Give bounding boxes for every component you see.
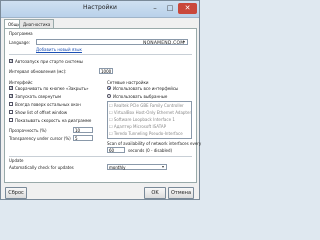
update-interval-input[interactable]: 1000 [99,68,113,74]
settings-panel: Программа Language: ▾ Добавить новый язы… [4,28,201,183]
use-all-interfaces-label: Использовать все интерфейсы [113,86,179,91]
use-all-interfaces-radio[interactable] [107,86,111,90]
autostart-checkbox[interactable] [9,58,13,63]
show-speed-chart-label: Показывать скорость на диаграмме [15,118,92,123]
add-language-link[interactable]: Добавить новый язык [36,47,82,52]
reset-button[interactable]: Сброс [5,187,27,199]
adapter-label: Realtek PCIe GBE Family Controller [113,103,184,108]
ok-button[interactable]: OK [144,187,166,199]
use-selected-radio[interactable] [107,94,111,98]
opacity-label: Прозрачность (%) [9,128,47,133]
auto-update-label: Automatically check for updates [9,165,74,170]
scan-interval-label: Scan of availability of network interfac… [107,141,202,146]
use-selected-label: Использовать выбранные [113,94,168,99]
language-label: Language: [9,40,31,45]
adapter-label: Адаптер Microsoft ISATAP [113,124,167,129]
program-section-title: Программа [9,31,33,36]
title-bar[interactable]: Настройки – □ ✕ [1,1,199,18]
scan-interval-spinbox[interactable]: 60 [107,147,125,153]
network-section-title: Сетевые настройки [107,80,149,85]
minimize-on-close-label: Сворачивать по кнопке «Закрыть» [15,86,89,91]
autostart-label: Автозапуск при старте системы [15,59,83,64]
opacity-spinbox[interactable]: 10 [73,127,93,133]
chevron-down-icon: ▾ [162,164,165,169]
settings-window: Настройки – □ ✕ Общие Диагностика Програ… [0,0,201,200]
transparency-spinbox[interactable]: 5 [73,135,93,141]
list-item[interactable]: ☐ Адаптер Microsoft ISATAP [109,124,166,129]
close-button[interactable]: ✕ [178,3,197,14]
start-minimized-label: Запускать свернутым [15,94,62,99]
watermark: NONAMEND.COM [143,41,185,46]
minimize-on-close-checkbox[interactable] [9,85,13,90]
scan-unit-label: seconds (0 - disabled) [128,148,173,153]
network-adapter-list[interactable]: ☐ Realtek PCIe GBE Family Controller ☐ V… [107,101,192,139]
update-section-title: Update [9,158,24,163]
update-interval-label: Интервал обновления (мс): [9,69,67,74]
divider [9,156,192,157]
show-offset-window-label: Show list of offset window [15,110,68,115]
adapter-label: Teredo Tunneling Pseudo-Interface [113,131,183,136]
divider [9,54,192,55]
transparency-label: Transparency under cursor (%) [9,136,71,141]
list-item[interactable]: ☐ Software Loopback Interface 1 [109,117,175,122]
adapter-label: Software Loopback Interface 1 [113,117,175,122]
adapter-label: VirtualBox Host-Only Ethernet Adapter [113,110,192,115]
always-on-top-label: Всегда поверх остальных окон [15,102,81,107]
show-speed-chart-checkbox[interactable] [9,118,13,122]
start-minimized-checkbox[interactable] [9,93,13,98]
cancel-button[interactable]: Отмена [168,187,194,199]
list-item[interactable]: ☐ Teredo Tunneling Pseudo-Interface [109,131,183,136]
list-item[interactable]: ☐ VirtualBox Host-Only Ethernet Adapter [109,110,191,115]
list-item[interactable]: ☐ Realtek PCIe GBE Family Controller [109,103,184,108]
minimize-button[interactable]: – [148,3,162,14]
update-frequency-select[interactable]: monthly [107,164,167,170]
always-on-top-checkbox[interactable] [9,102,13,106]
maximize-button[interactable]: □ [163,3,177,14]
show-offset-window-checkbox[interactable] [9,110,13,114]
